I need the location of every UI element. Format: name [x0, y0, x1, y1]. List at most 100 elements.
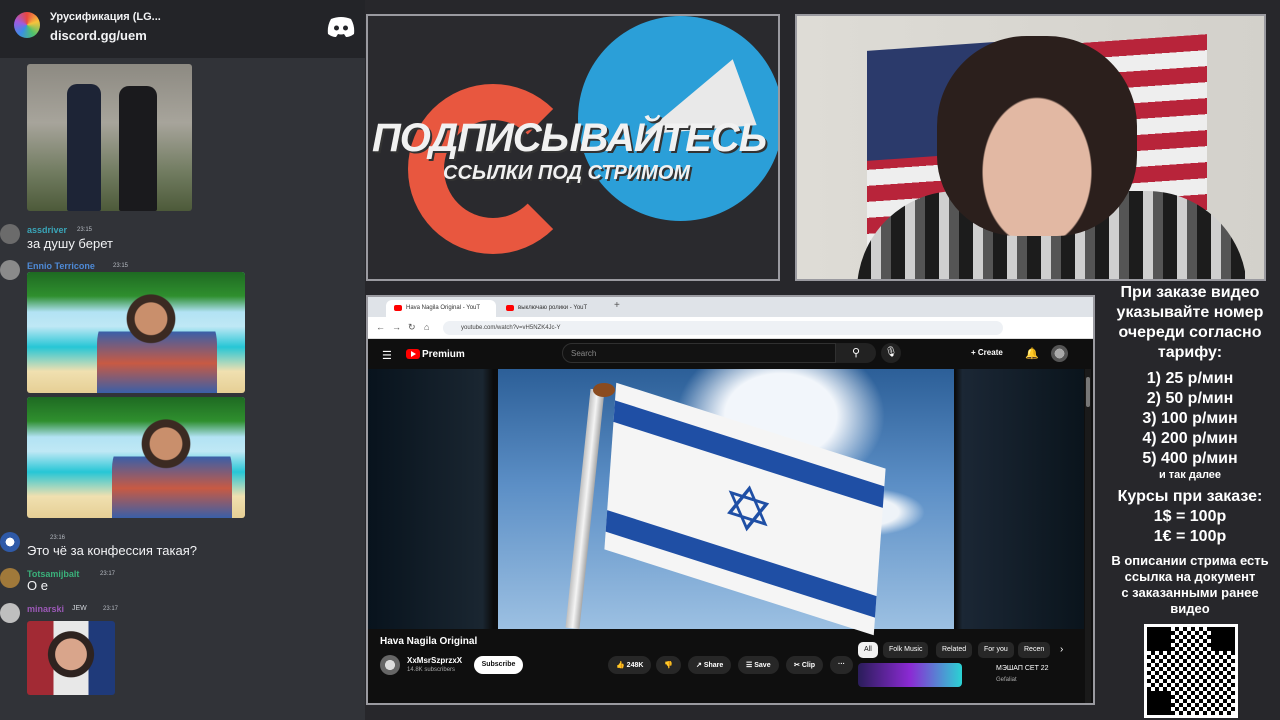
tab-second[interactable]: выключаю ролики - YouT [498, 300, 608, 317]
flag-pole-top [593, 383, 615, 397]
chip-related[interactable]: Related [936, 642, 973, 658]
new-tab-button[interactable]: + [614, 300, 620, 311]
message-time: 23:15 [77, 227, 93, 233]
chip-for-you[interactable]: For you [978, 642, 1014, 658]
info-intro-line: указывайте номер [1116, 304, 1264, 321]
more-actions-button[interactable]: ··· [830, 656, 853, 674]
tab-label: Hava Nagila Original - YouT [406, 305, 481, 311]
message-text: за душу берет [27, 236, 113, 251]
person-figure [97, 294, 217, 393]
clip-button[interactable]: ✂ Clip [786, 656, 824, 674]
israel-flag: ✡ [604, 382, 886, 636]
message-time: 23:17 [100, 571, 116, 577]
address-bar: ← → ↻ ⌂ youtube.com/watch?v=vH5NZK4Jc-Y [368, 317, 1093, 339]
forward-icon[interactable]: → [392, 322, 401, 332]
search-input[interactable]: Search [562, 343, 836, 363]
promo-subline: ССЫЛКИ ПОД СТРИМОМ [443, 162, 691, 184]
tab-hava-nagila[interactable]: Hava Nagila Original - YouT [386, 300, 496, 317]
save-icon: ☰ [746, 662, 755, 669]
info-intro-line: тарифу: [1157, 344, 1223, 361]
dislike-button[interactable]: 👎 [656, 656, 681, 674]
message-time: 23:15 [113, 263, 129, 269]
channel-avatar[interactable] [380, 655, 400, 675]
youtube-favicon-icon [394, 305, 402, 311]
tab-label: выключаю ролики - YouT [518, 305, 588, 311]
reload-icon[interactable]: ↻ [408, 322, 416, 333]
avatar[interactable] [0, 532, 20, 552]
chat-image-beach-2[interactable] [27, 397, 245, 518]
stream-layout: Урусификация (LG... discord.gg/uem assdr… [0, 0, 1280, 720]
tariff-line: 2) 50 р/мин [1146, 390, 1234, 407]
youtube-logo-icon[interactable] [406, 349, 420, 359]
chat-image-selfie[interactable] [27, 621, 115, 695]
thumbs-down-icon: 👎 [664, 662, 673, 669]
youtube-brand[interactable]: Premium [422, 349, 465, 360]
search-icon[interactable]: ⚲ [836, 343, 876, 363]
promo-headline: ПОДПИСЫВАЙТЕСЬ [372, 116, 767, 160]
server-invite-link[interactable]: discord.gg/uem [50, 28, 147, 43]
chip-all[interactable]: All [858, 642, 878, 658]
chevron-right-icon[interactable]: › [1054, 642, 1069, 658]
create-button[interactable]: + Create [971, 348, 1003, 357]
avatar[interactable] [0, 568, 20, 588]
browser-window: Hava Nagila Original - YouT выключаю рол… [366, 295, 1095, 705]
chip-folk-music[interactable]: Folk Music [883, 642, 929, 658]
message-text: О е [27, 578, 48, 593]
share-label: Share [703, 662, 724, 669]
account-avatar[interactable] [1051, 345, 1068, 362]
figure-left [67, 84, 101, 211]
person-figure [112, 419, 232, 518]
role-badge: JEW [72, 605, 87, 612]
info-intro-line: очереди согласно [1118, 324, 1262, 341]
qr-code [1144, 624, 1238, 718]
recommended-title[interactable]: МЭШАП СЕТ 22 [996, 665, 1049, 672]
discord-icon [327, 17, 355, 37]
scrollbar-thumb[interactable] [1086, 377, 1090, 407]
clip-label: Clip [801, 662, 816, 669]
webcam-feed [795, 14, 1266, 281]
channel-name[interactable]: XxMsrSzprzxX [407, 656, 462, 665]
rate-line: 1€ = 100р [1153, 528, 1227, 545]
chat-image-beach-1[interactable] [27, 272, 245, 393]
tariff-line: 4) 200 р/мин [1142, 430, 1238, 447]
create-label: Create [977, 348, 1003, 357]
server-name: Урусификация (LG... [50, 11, 161, 23]
microphone-icon[interactable]: 🎙 [881, 343, 901, 363]
rates-title: Курсы при заказе: [1117, 488, 1263, 505]
save-button[interactable]: ☰ Save [738, 656, 779, 674]
chat-header: Урусификация (LG... discord.gg/uem [0, 0, 365, 58]
message-text: Это чё за конфессия такая? [27, 543, 198, 558]
server-icon[interactable] [14, 12, 40, 38]
scissors-icon: ✂ [794, 662, 802, 669]
recommended-thumbnail[interactable] [858, 663, 962, 687]
streamer-head [937, 36, 1137, 236]
chat-image-dancing-men[interactable] [27, 64, 192, 211]
menu-icon[interactable]: ☰ [382, 349, 392, 362]
avatar[interactable] [0, 224, 20, 244]
message-author[interactable]: assdriver [27, 225, 67, 235]
thumbs-up-icon: 👍 [616, 662, 627, 669]
url-field[interactable]: youtube.com/watch?v=vH5NZK4Jc-Y [443, 321, 1003, 335]
order-info-panel: При заказе видео указывайте номер очеред… [1100, 283, 1280, 617]
notifications-icon[interactable]: 🔔 [1025, 347, 1039, 360]
video-player[interactable]: ✡ [368, 369, 1084, 636]
subscribe-button[interactable]: Subscribe [474, 656, 523, 674]
avatar[interactable] [0, 603, 20, 623]
chip-recent[interactable]: Recen [1018, 642, 1050, 658]
footer-line: с заказанными ранее [1121, 585, 1259, 600]
home-icon[interactable]: ⌂ [424, 322, 429, 332]
message-author[interactable]: Ennio Terricone [27, 261, 95, 271]
star-of-david-icon: ✡ [719, 468, 777, 553]
share-button[interactable]: ↗ Share [688, 656, 732, 674]
save-label: Save [754, 662, 771, 669]
discord-chat-panel: Урусификация (LG... discord.gg/uem assdr… [0, 0, 365, 720]
tariff-line: 3) 100 р/мин [1142, 410, 1238, 427]
back-icon[interactable]: ← [376, 322, 385, 332]
flag-pole [565, 388, 605, 630]
footer-line: видео [1170, 601, 1210, 616]
like-button[interactable]: 👍 248K [608, 656, 652, 674]
avatar[interactable] [0, 260, 20, 280]
video-title: Hava Nagila Original [380, 636, 478, 647]
message-author[interactable]: minarski [27, 604, 64, 614]
scrollbar[interactable] [1085, 369, 1091, 703]
